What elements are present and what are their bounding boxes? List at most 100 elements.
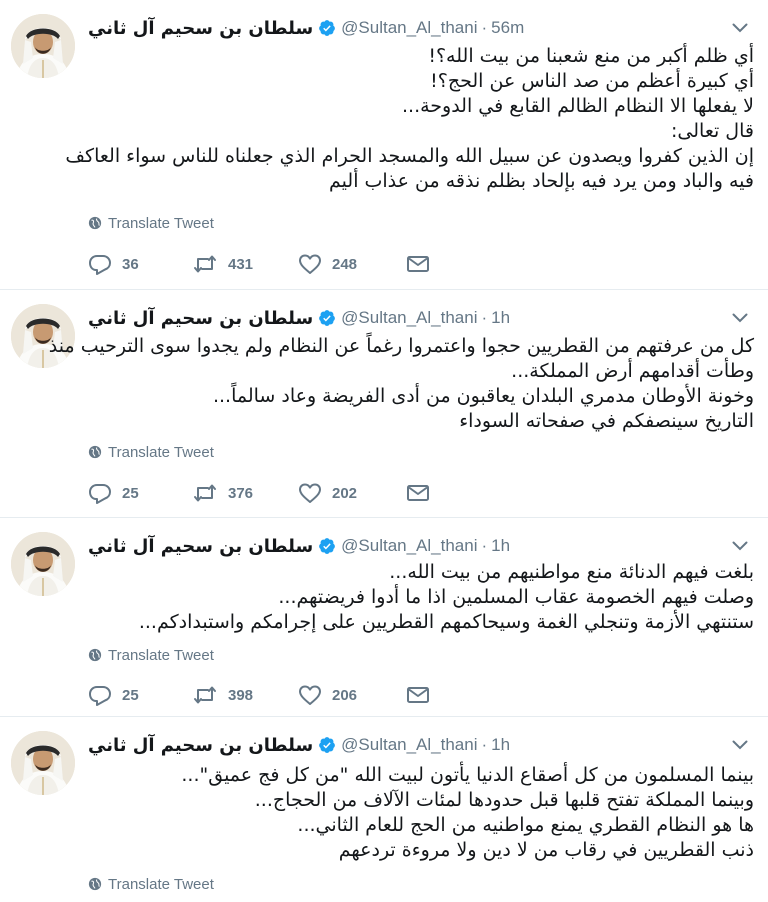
timestamp[interactable]: 56m xyxy=(491,18,524,38)
tweet-header: سلطان بن سحيم آل ثاني @Sultan_Al_thani ·… xyxy=(88,534,510,558)
heart-icon xyxy=(299,254,321,274)
reply-button[interactable]: 25 xyxy=(88,684,192,706)
avatar[interactable] xyxy=(11,532,75,596)
tweet-text-line: وبينما المملكة تفتح قلبها قبل حدودها لمئ… xyxy=(254,789,754,811)
reply-count: 36 xyxy=(122,255,139,273)
fullname[interactable]: سلطان بن سحيم آل ثاني xyxy=(88,536,313,557)
tweet-text-line: بينما المسلمون من كل أصقاع الدنيا يأتون … xyxy=(181,764,754,786)
direct-message-button[interactable] xyxy=(406,482,436,504)
tweet-actions: 36 431 248 xyxy=(88,252,436,276)
timestamp[interactable]: 1h xyxy=(491,536,510,556)
avatar[interactable] xyxy=(11,731,75,795)
separator-dot: · xyxy=(481,536,488,555)
reply-button[interactable]: 25 xyxy=(88,482,192,504)
retweet-count: 431 xyxy=(228,255,254,273)
verified-badge-icon xyxy=(318,19,336,37)
direct-message-button[interactable] xyxy=(406,253,436,275)
reply-count: 25 xyxy=(122,484,139,502)
tweet-text-line: وصلت فيهم الخصومة عقاب المسلمين اذا ما أ… xyxy=(278,586,754,608)
retweet-button[interactable]: 398 xyxy=(192,684,298,706)
tweet-text-line: فيه والباد ومن يرد فيه بإلحاد بظلم نذقه … xyxy=(329,170,754,192)
tweet-text-line: ذنب القطريين في رقاب من لا دين ولا مروءة… xyxy=(338,839,754,861)
verified-badge-icon xyxy=(318,537,336,555)
retweet-count: 398 xyxy=(228,686,254,704)
translate-tweet-link[interactable]: Translate Tweet xyxy=(88,874,214,894)
tweet-text-line: ها هو النظام القطري يمنع مواطنيه من الحج… xyxy=(297,814,754,836)
translate-tweet-link[interactable]: Translate Tweet xyxy=(88,442,214,462)
like-button[interactable]: 248 xyxy=(298,253,406,275)
reply-button[interactable]: 36 xyxy=(88,253,192,275)
tweet[interactable]: سلطان بن سحيم آل ثاني @Sultan_Al_thani ·… xyxy=(0,290,768,518)
tweet[interactable]: سلطان بن سحيم آل ثاني @Sultan_Al_thani ·… xyxy=(0,717,768,902)
tweet-header: سلطان بن سحيم آل ثاني @Sultan_Al_thani ·… xyxy=(88,733,510,757)
tweet-text-line: أي ظلم أكبر من منع شعبنا من بيت الله؟! xyxy=(428,45,754,67)
screen-name[interactable]: @Sultan_Al_thani xyxy=(341,735,477,755)
heart-icon xyxy=(299,483,321,503)
tweet-header: سلطان بن سحيم آل ثاني @Sultan_Al_thani ·… xyxy=(88,306,510,330)
tweet-actions: 25 398 206 xyxy=(88,683,436,707)
tweet-text-line: بلغت فيهم الدنائة منع مواطنيهم من بيت ال… xyxy=(389,561,754,583)
separator-dot: · xyxy=(481,308,488,327)
translate-tweet-link[interactable]: Translate Tweet xyxy=(88,645,214,665)
verified-badge-icon xyxy=(318,736,336,754)
like-button[interactable]: 206 xyxy=(298,684,406,706)
tweet-text-line: وخونة الأوطان مدمري البلدان يعاقبون من أ… xyxy=(212,385,754,407)
fullname[interactable]: سلطان بن سحيم آل ثاني xyxy=(88,308,313,329)
tweet-header: سلطان بن سحيم آل ثاني @Sultan_Al_thani ·… xyxy=(88,16,524,40)
translate-label: Translate Tweet xyxy=(108,443,214,461)
tweet-timeline: سلطان بن سحيم آل ثاني @Sultan_Al_thani ·… xyxy=(0,0,768,902)
retweet-button[interactable]: 431 xyxy=(192,253,298,275)
reply-icon xyxy=(89,686,111,706)
tweet[interactable]: سلطان بن سحيم آل ثاني @Sultan_Al_thani ·… xyxy=(0,0,768,290)
tweet-text-line: التاريخ سينصفكم في صفحاته السوداء xyxy=(459,410,754,432)
timestamp[interactable]: 1h xyxy=(491,735,510,755)
tweet-text-line: إن الذين كفروا ويصدون عن سبيل الله والمس… xyxy=(65,145,754,167)
chevron-down-icon[interactable] xyxy=(732,312,748,324)
retweet-icon xyxy=(194,484,216,502)
tweet-text-line: ستنتهي الأزمة وتنجلي الغمة وسيحاكمهم الق… xyxy=(138,611,754,633)
tweet-text-line: كل من عرفتهم من القطريين حجوا واعتمروا ر… xyxy=(48,335,754,357)
like-count: 248 xyxy=(332,255,358,273)
globe-icon xyxy=(88,877,102,891)
chevron-down-icon[interactable] xyxy=(732,540,748,552)
reply-icon xyxy=(89,484,111,504)
retweet-button[interactable]: 376 xyxy=(192,482,298,504)
chevron-down-icon[interactable] xyxy=(732,739,748,751)
retweet-icon xyxy=(194,255,216,273)
fullname[interactable]: سلطان بن سحيم آل ثاني xyxy=(88,18,313,39)
chevron-down-icon[interactable] xyxy=(732,22,748,34)
separator-dot: · xyxy=(481,18,488,37)
tweet-text-line: لا يفعلها الا النظام الظالم القابع في ال… xyxy=(401,95,754,117)
like-button[interactable]: 202 xyxy=(298,482,406,504)
screen-name[interactable]: @Sultan_Al_thani xyxy=(341,308,477,328)
verified-badge-icon xyxy=(318,309,336,327)
envelope-icon xyxy=(407,485,429,501)
translate-tweet-link[interactable]: Translate Tweet xyxy=(88,213,214,233)
tweet-text: بلغت فيهم الدنائة منع مواطنيهم من بيت ال… xyxy=(88,560,754,635)
envelope-icon xyxy=(407,687,429,703)
heart-icon xyxy=(299,685,321,705)
retweet-count: 376 xyxy=(228,484,254,502)
globe-icon xyxy=(88,445,102,459)
avatar[interactable] xyxy=(11,14,75,78)
screen-name[interactable]: @Sultan_Al_thani xyxy=(341,536,477,556)
translate-label: Translate Tweet xyxy=(108,214,214,232)
direct-message-button[interactable] xyxy=(406,684,436,706)
tweet[interactable]: سلطان بن سحيم آل ثاني @Sultan_Al_thani ·… xyxy=(0,518,768,717)
globe-icon xyxy=(88,648,102,662)
fullname[interactable]: سلطان بن سحيم آل ثاني xyxy=(88,735,313,756)
reply-count: 25 xyxy=(122,686,139,704)
envelope-icon xyxy=(407,256,429,272)
retweet-icon xyxy=(194,686,216,704)
screen-name[interactable]: @Sultan_Al_thani xyxy=(341,18,477,38)
translate-label: Translate Tweet xyxy=(108,646,214,664)
globe-icon xyxy=(88,216,102,230)
tweet-text-line: قال تعالى: xyxy=(671,120,754,142)
like-count: 202 xyxy=(332,484,358,502)
tweet-text: بينما المسلمون من كل أصقاع الدنيا يأتون … xyxy=(88,763,754,863)
like-count: 206 xyxy=(332,686,358,704)
tweet-text: أي ظلم أكبر من منع شعبنا من بيت الله؟! أ… xyxy=(65,44,754,194)
timestamp[interactable]: 1h xyxy=(491,308,510,328)
tweet-text-line: أي كبيرة أعظم من صد الناس عن الحج؟! xyxy=(430,70,754,92)
translate-label: Translate Tweet xyxy=(108,875,214,893)
